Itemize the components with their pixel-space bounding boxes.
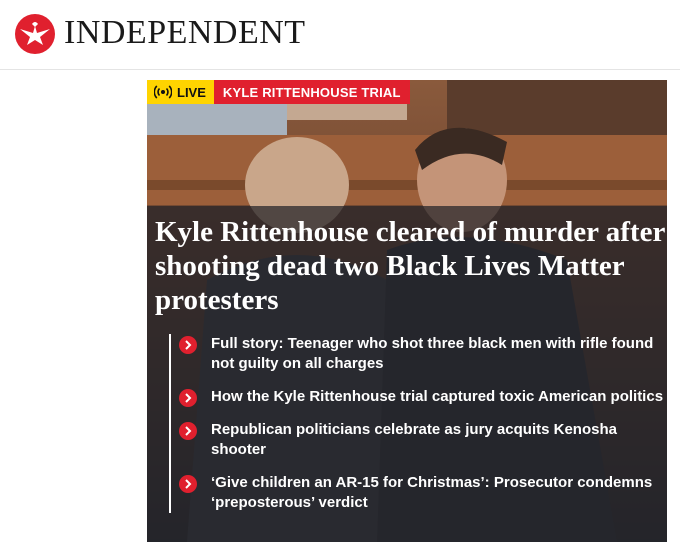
related-link-text[interactable]: ‘Give children an AR-15 for Christmas’: … [211,473,665,513]
related-link[interactable]: Republican politicians celebrate as jury… [179,420,665,460]
chevron-right-icon [179,475,197,493]
eagle-icon[interactable] [15,14,55,54]
chevron-right-icon [179,389,197,407]
related-link[interactable]: How the Kyle Rittenhouse trial captured … [179,387,665,407]
related-link[interactable]: ‘Give children an AR-15 for Christmas’: … [179,473,665,513]
chevron-right-icon [179,422,197,440]
related-links: Full story: Teenager who shot three blac… [169,334,665,513]
headline[interactable]: Kyle Rittenhouse cleared of murder after… [155,215,665,317]
site-header: INDEPENDENT [0,0,680,70]
live-badge: LIVE [147,80,214,104]
chevron-right-icon [179,336,197,354]
related-link-text[interactable]: Full story: Teenager who shot three blac… [211,334,665,374]
topic-badge[interactable]: KYLE RITTENHOUSE TRIAL [213,80,410,104]
related-link-text[interactable]: How the Kyle Rittenhouse trial captured … [211,387,663,407]
hero-card[interactable]: LIVE KYLE RITTENHOUSE TRIAL Kyle Rittenh… [147,80,667,542]
related-link-text[interactable]: Republican politicians celebrate as jury… [211,420,665,460]
broadcast-icon [154,85,172,99]
badge-row: LIVE KYLE RITTENHOUSE TRIAL [147,80,410,104]
related-link[interactable]: Full story: Teenager who shot three blac… [179,334,665,374]
brand-wordmark[interactable]: INDEPENDENT [64,13,306,53]
live-label: LIVE [177,84,206,100]
